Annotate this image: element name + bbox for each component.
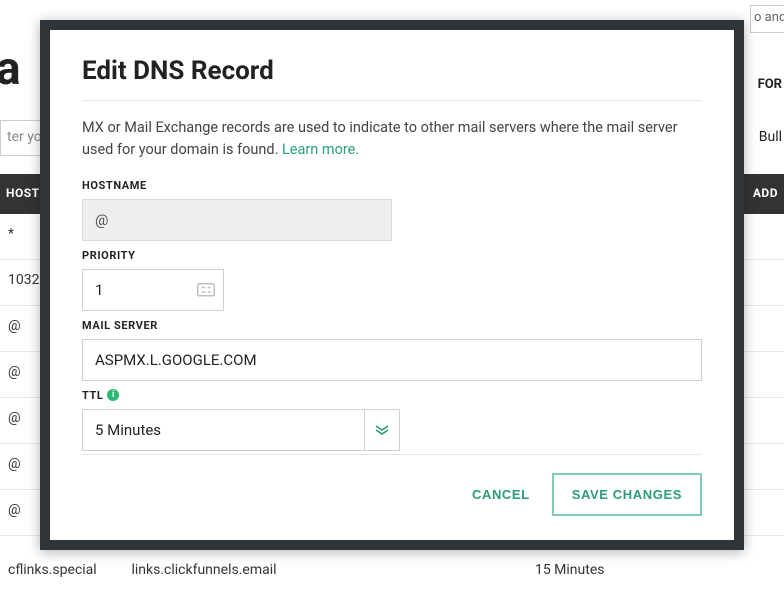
learn-more-link[interactable]: Learn more. [282,141,359,158]
chevron-down-icon [375,425,389,435]
mail-server-label: MAIL SERVER [82,319,702,332]
modal-title: Edit DNS Record [82,56,702,86]
mail-server-input[interactable] [95,351,689,369]
hostname-field: @ [82,199,392,241]
hostname-label: HOSTNAME [82,179,702,192]
number-stepper-icon [197,283,215,297]
ttl-select[interactable]: 5 Minutes [82,409,702,451]
ttl-selected-value: 5 Minutes [95,421,161,439]
ttl-label: TTL i [82,389,702,402]
priority-field[interactable] [82,269,224,311]
info-icon[interactable]: i [107,389,119,401]
divider [82,100,702,101]
priority-input[interactable] [95,281,211,299]
modal-overlay: Edit DNS Record MX or Mail Exchange reco… [0,0,784,578]
divider [82,454,702,455]
hostname-value: @ [95,211,108,229]
modal-description: MX or Mail Exchange records are used to … [82,117,702,161]
modal-description-text: MX or Mail Exchange records are used to … [82,119,678,158]
priority-label: PRIORITY [82,249,702,262]
mail-server-field[interactable] [82,339,702,381]
save-changes-button[interactable]: SAVE CHANGES [552,473,702,516]
ttl-select-value-box[interactable]: 5 Minutes [82,409,364,451]
edit-dns-record-modal: Edit DNS Record MX or Mail Exchange reco… [40,20,744,550]
cancel-button[interactable]: CANCEL [468,477,534,512]
modal-footer: CANCEL SAVE CHANGES [82,454,702,524]
ttl-select-arrow[interactable] [364,409,400,451]
ttl-label-text: TTL [82,389,103,402]
